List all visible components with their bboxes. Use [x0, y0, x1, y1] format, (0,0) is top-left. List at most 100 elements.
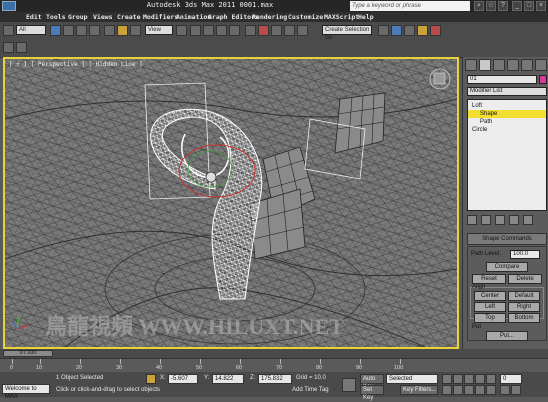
right-button[interactable]: Right [508, 302, 540, 312]
named-selection-icon[interactable] [245, 25, 256, 36]
select-rotate-icon[interactable] [117, 25, 128, 36]
stack-item-loft[interactable]: Loft [468, 102, 546, 110]
field-of-view-icon[interactable] [475, 385, 485, 395]
key-filters-button[interactable]: Key Filters... [400, 385, 438, 395]
star-icon[interactable]: ☆ [486, 1, 496, 11]
reference-coordinate-dropdown[interactable]: View [145, 25, 173, 35]
go-to-end-icon[interactable] [486, 374, 496, 384]
select-move-icon[interactable] [104, 25, 115, 36]
go-to-start-icon[interactable] [442, 374, 452, 384]
pin-stack-icon[interactable] [467, 215, 477, 225]
previous-frame-icon[interactable] [453, 374, 463, 384]
x-coordinate-field[interactable]: -5.607 [168, 374, 198, 384]
remove-modifier-icon[interactable] [509, 215, 519, 225]
pan-icon[interactable] [486, 385, 496, 395]
percent-snap-icon[interactable] [216, 25, 227, 36]
center-button[interactable]: Center [474, 291, 506, 301]
menu-customize[interactable]: Customize [288, 13, 323, 21]
ribbon-icon[interactable] [16, 42, 27, 53]
material-editor-icon[interactable] [391, 25, 402, 36]
time-slider[interactable]: 0 / 100 [3, 350, 53, 357]
shape-commands-rollout[interactable]: Shape Commands [467, 233, 547, 245]
align-icon[interactable] [271, 25, 282, 36]
zoom-icon[interactable] [442, 385, 452, 395]
rectangle-selection-icon[interactable] [76, 25, 87, 36]
undo-icon[interactable] [3, 25, 14, 36]
display-tab-icon[interactable] [521, 59, 533, 71]
stack-item-path[interactable]: Path [468, 118, 546, 126]
rendered-frame-icon[interactable] [417, 25, 428, 36]
hierarchy-tab-icon[interactable] [493, 59, 505, 71]
z-coordinate-field[interactable]: 175.832 [258, 374, 292, 384]
stack-item-shape[interactable]: Shape [468, 110, 546, 118]
add-time-tag[interactable]: Add Time Tag [292, 387, 329, 393]
menu-maxscript[interactable]: MAXScript [324, 13, 359, 21]
search-input[interactable]: Type a keyword or phrase [350, 1, 470, 11]
help-icon[interactable]: ? [498, 1, 508, 11]
render-production-icon[interactable] [430, 25, 441, 36]
menu-group[interactable]: Group [68, 13, 88, 21]
configure-modifier-sets-icon[interactable] [523, 215, 533, 225]
track-bar[interactable]: 0 10 20 30 40 50 60 70 80 90 100 [0, 358, 548, 372]
maximize-icon[interactable]: □ [524, 1, 534, 11]
select-by-name-icon[interactable] [63, 25, 74, 36]
top-button[interactable]: Top [474, 313, 506, 323]
render-setup-icon[interactable] [404, 25, 415, 36]
angle-snap-icon[interactable] [203, 25, 214, 36]
menu-modifiers[interactable]: Modifiers [143, 13, 178, 21]
create-tab-icon[interactable] [465, 59, 477, 71]
snap-toggle-icon[interactable] [190, 25, 201, 36]
put-button[interactable]: Put... [486, 331, 528, 341]
delete-button[interactable]: Delete [508, 274, 542, 284]
object-name-field[interactable]: 01 [467, 75, 537, 84]
zoom-all-icon[interactable] [453, 385, 463, 395]
menu-tools[interactable]: Tools [46, 13, 66, 21]
next-frame-icon[interactable] [475, 374, 485, 384]
left-button[interactable]: Left [474, 302, 506, 312]
set-key-button[interactable]: Set Key [360, 385, 384, 401]
spinner-snap-icon[interactable] [229, 25, 240, 36]
menu-views[interactable]: Views [93, 13, 113, 21]
close-icon[interactable]: × [536, 1, 546, 11]
graphite-toggle-icon[interactable] [3, 42, 14, 53]
menu-help[interactable]: Help [358, 13, 374, 21]
modifier-list-dropdown[interactable]: Modifier List [467, 87, 547, 96]
utilities-tab-icon[interactable] [535, 59, 547, 71]
play-icon[interactable] [464, 374, 474, 384]
layer-manager-icon[interactable] [284, 25, 295, 36]
bottom-button[interactable]: Bottom [508, 313, 540, 323]
make-unique-icon[interactable] [495, 215, 505, 225]
maxscript-listener[interactable]: Welcome to MAX [2, 384, 50, 400]
orbit-icon[interactable] [500, 385, 510, 395]
menu-create[interactable]: Create [117, 13, 140, 21]
selection-set-dropdown[interactable]: Create Selection Se [322, 25, 372, 41]
menu-edit[interactable]: Edit [26, 13, 42, 21]
object-color-swatch[interactable] [539, 75, 547, 84]
motion-tab-icon[interactable] [507, 59, 519, 71]
zoom-extents-icon[interactable] [464, 385, 474, 395]
menu-rendering[interactable]: Rendering [252, 13, 287, 21]
current-frame-field[interactable]: 0 [500, 374, 522, 384]
show-end-result-icon[interactable] [481, 215, 491, 225]
key-selection-dropdown[interactable]: Selected [386, 374, 438, 384]
lock-selection-icon[interactable] [146, 374, 156, 384]
viewport-label[interactable]: [ + ] [ Perspective ] [ Hidden Line ] [9, 61, 143, 68]
schematic-view-icon[interactable] [378, 25, 389, 36]
compare-button[interactable]: Compare [486, 262, 528, 272]
perspective-viewport[interactable]: [ + ] [ Perspective ] [ Hidden Line ] 鳥龍… [3, 57, 459, 349]
auto-key-button[interactable]: Auto Key [360, 374, 384, 390]
stack-item-circle[interactable]: Circle [468, 126, 546, 134]
reset-button[interactable]: Reset [472, 274, 506, 284]
y-coordinate-field[interactable]: 14.822 [212, 374, 244, 384]
minimize-icon[interactable]: _ [512, 1, 522, 11]
menu-animation[interactable]: Animation [176, 13, 211, 21]
curve-editor-icon[interactable] [297, 25, 308, 36]
path-level-input[interactable]: 100.0 [510, 250, 540, 259]
default-button[interactable]: Default [508, 291, 540, 301]
select-object-icon[interactable] [50, 25, 61, 36]
binoculars-icon[interactable]: ⌕ [474, 1, 484, 11]
maximize-viewport-icon[interactable] [511, 385, 521, 395]
pivot-center-icon[interactable] [176, 25, 187, 36]
mirror-icon[interactable] [258, 25, 269, 36]
selection-filter-dropdown[interactable]: All [16, 25, 46, 35]
